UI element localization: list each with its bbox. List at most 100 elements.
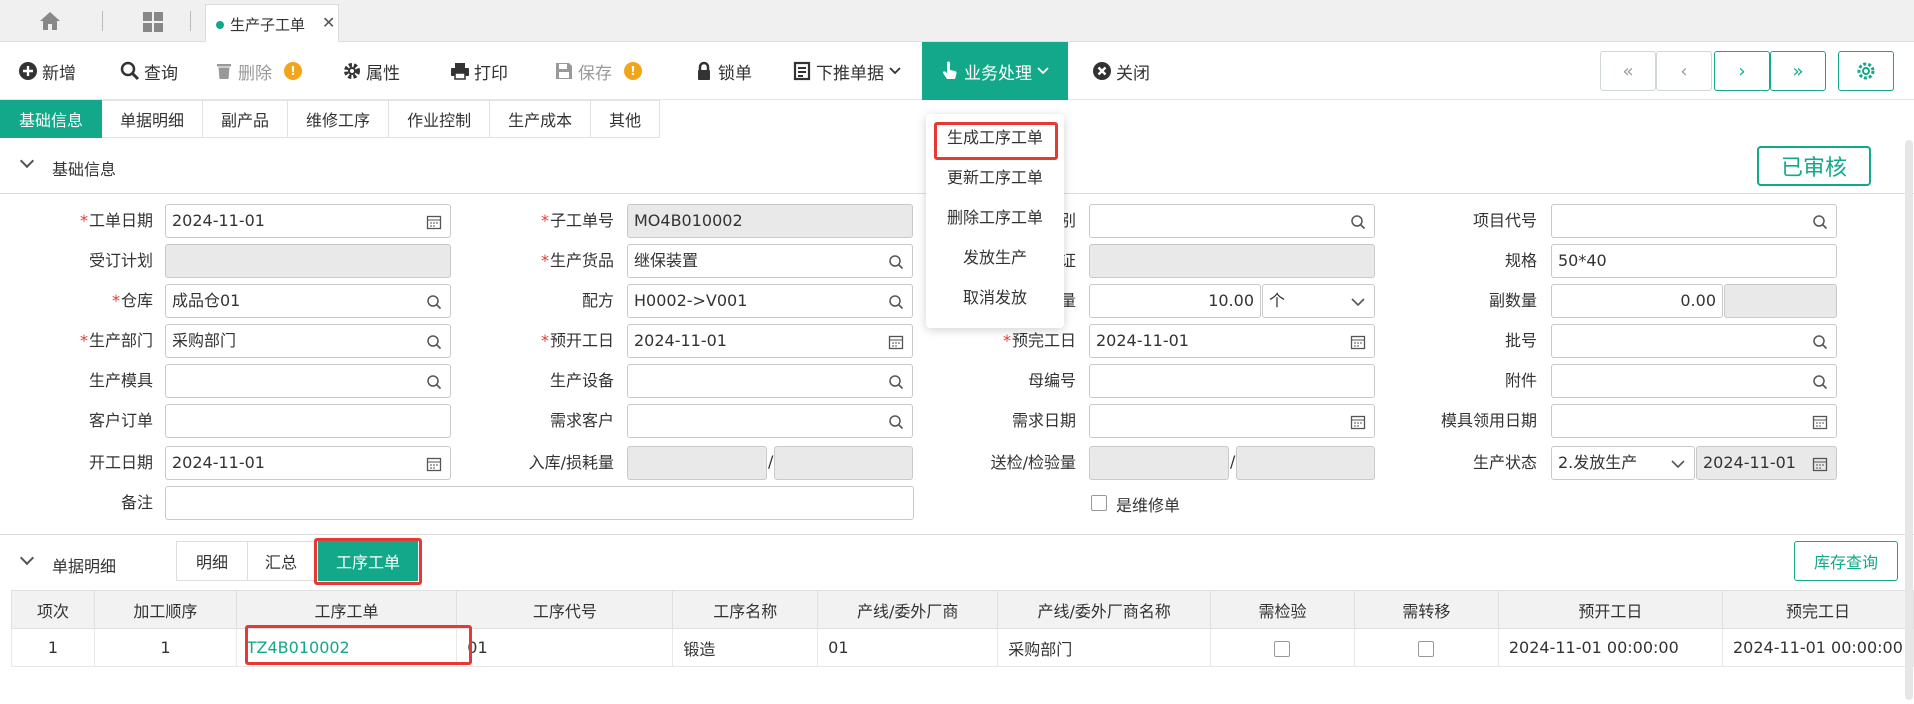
quantity-field[interactable]: 10.00 bbox=[1089, 284, 1261, 318]
attachment-field[interactable] bbox=[1551, 364, 1837, 398]
tab-document-details[interactable]: 单据明细 bbox=[102, 100, 204, 138]
col-op-work-order[interactable]: 工序工单 bbox=[235, 590, 458, 629]
search-icon[interactable] bbox=[426, 374, 442, 390]
tab-details[interactable]: 明细 bbox=[176, 541, 248, 581]
chevron-down-icon[interactable] bbox=[19, 550, 35, 566]
equipment-field[interactable] bbox=[627, 364, 913, 398]
demand-customer-field[interactable] bbox=[627, 404, 913, 438]
close-circle-icon bbox=[1093, 62, 1111, 80]
parent-no-field[interactable] bbox=[1089, 364, 1375, 398]
product-field[interactable]: 继保装置 bbox=[627, 244, 913, 278]
last-record-button[interactable]: » bbox=[1770, 51, 1826, 91]
tab-by-products[interactable]: 副产品 bbox=[203, 100, 289, 138]
batch-label: 批号 bbox=[1504, 331, 1537, 350]
previous-record-button[interactable]: ‹ bbox=[1656, 51, 1712, 91]
demand-date-field[interactable] bbox=[1089, 404, 1375, 438]
sub-order-no-field: MO4B010002 bbox=[627, 204, 913, 238]
col-need-transfer[interactable]: 需转移 bbox=[1353, 590, 1499, 629]
col-op-name[interactable]: 工序名称 bbox=[672, 590, 819, 629]
search-icon[interactable] bbox=[426, 294, 442, 310]
start-date-label: 开工日期 bbox=[88, 453, 153, 472]
tab-basic-info[interactable]: 基础信息 bbox=[0, 100, 103, 138]
spec-field[interactable]: 50*40 bbox=[1551, 244, 1837, 278]
search-icon[interactable] bbox=[1812, 334, 1828, 350]
production-status-select[interactable]: 2.发放生产 bbox=[1551, 446, 1695, 480]
divider bbox=[190, 11, 191, 31]
stock-query-button[interactable]: 库存查询 bbox=[1794, 541, 1898, 581]
push-down-button[interactable]: 下推单据 bbox=[792, 42, 902, 100]
col-op-code[interactable]: 工序代号 bbox=[456, 590, 674, 629]
print-button[interactable]: 打印 bbox=[450, 42, 508, 100]
unit-select[interactable]: 个 bbox=[1262, 284, 1375, 318]
plan-end-field[interactable]: 2024-11-01 bbox=[1089, 324, 1375, 358]
col-line-name[interactable]: 产线/委外厂商名称 bbox=[997, 590, 1212, 629]
search-icon[interactable] bbox=[888, 414, 904, 430]
business-process-button[interactable]: 业务处理 bbox=[922, 42, 1068, 100]
tab-other[interactable]: 其他 bbox=[591, 100, 661, 138]
search-icon[interactable] bbox=[888, 254, 904, 270]
doc-tab-sub-work-order[interactable]: 生产子工单 ✕ bbox=[205, 4, 339, 42]
home-icon[interactable] bbox=[38, 10, 62, 32]
is-repair-checkbox[interactable] bbox=[1091, 495, 1107, 511]
mold-date-field[interactable] bbox=[1551, 404, 1837, 438]
tab-operation-control[interactable]: 作业控制 bbox=[389, 100, 491, 138]
start-date-field[interactable]: 2024-11-01 bbox=[165, 446, 451, 480]
calendar-icon[interactable] bbox=[426, 456, 442, 472]
search-icon[interactable] bbox=[1812, 214, 1828, 230]
properties-button[interactable]: 属性 bbox=[342, 42, 400, 100]
col-plan-start[interactable]: 预开工日 bbox=[1497, 590, 1723, 629]
search-icon[interactable] bbox=[1812, 374, 1828, 390]
calendar-icon[interactable] bbox=[888, 334, 904, 350]
mold-field[interactable] bbox=[165, 364, 451, 398]
calendar-icon[interactable] bbox=[426, 214, 442, 230]
menu-item-update-op-order[interactable]: 更新工序工单 bbox=[926, 156, 1064, 196]
col-plan-end[interactable]: 预完工日 bbox=[1721, 590, 1914, 629]
col-process-order[interactable]: 加工顺序 bbox=[94, 590, 237, 629]
remark-field[interactable] bbox=[165, 486, 914, 520]
delete-button[interactable]: 删除 ! bbox=[214, 42, 302, 100]
query-button[interactable]: 查询 bbox=[120, 42, 178, 100]
settings-button[interactable] bbox=[1838, 51, 1894, 91]
menu-item-delete-op-order[interactable]: 删除工序工单 bbox=[926, 196, 1064, 236]
col-seq[interactable]: 项次 bbox=[10, 590, 96, 629]
department-field[interactable]: 采购部门 bbox=[165, 324, 451, 358]
status-date-field: 2024-11-01 bbox=[1696, 446, 1837, 480]
plan-start-field[interactable]: 2024-11-01 bbox=[627, 324, 913, 358]
search-icon[interactable] bbox=[888, 294, 904, 310]
tab-production-cost[interactable]: 生产成本 bbox=[490, 100, 592, 138]
new-button[interactable]: 新增 bbox=[18, 42, 76, 100]
next-record-button[interactable]: › bbox=[1714, 51, 1770, 91]
calendar-icon[interactable] bbox=[1350, 414, 1366, 430]
chevron-down-icon[interactable] bbox=[19, 153, 35, 169]
search-icon[interactable] bbox=[888, 374, 904, 390]
need-transfer-checkbox[interactable] bbox=[1418, 640, 1435, 657]
highlight-box bbox=[245, 625, 472, 665]
menu-item-cancel-release[interactable]: 取消发放 bbox=[926, 276, 1064, 316]
first-record-button[interactable]: « bbox=[1600, 51, 1656, 91]
lock-button[interactable]: 锁单 bbox=[694, 42, 752, 100]
recipe-field[interactable]: H0002->V001 bbox=[627, 284, 913, 318]
project-code-field[interactable] bbox=[1551, 204, 1837, 238]
col-line[interactable]: 产线/委外厂商 bbox=[817, 590, 999, 629]
calendar-icon[interactable] bbox=[1350, 334, 1366, 350]
calendar-icon[interactable] bbox=[1812, 414, 1828, 430]
sub-qty-field[interactable]: 0.00 bbox=[1551, 284, 1723, 318]
vertical-scrollbar[interactable] bbox=[1905, 140, 1913, 700]
need-inspect-checkbox[interactable] bbox=[1274, 640, 1291, 657]
category-field[interactable] bbox=[1089, 204, 1375, 238]
save-button[interactable]: 保存 ! bbox=[554, 42, 642, 100]
search-icon[interactable] bbox=[426, 334, 442, 350]
close-button[interactable]: 关闭 bbox=[1092, 42, 1150, 100]
work-date-field[interactable]: 2024-11-01 bbox=[165, 204, 451, 238]
search-icon[interactable] bbox=[1350, 214, 1366, 230]
tab-repair-process[interactable]: 维修工序 bbox=[288, 100, 390, 138]
col-need-inspect[interactable]: 需检验 bbox=[1210, 590, 1355, 629]
batch-field[interactable] bbox=[1551, 324, 1837, 358]
apps-grid-icon[interactable] bbox=[142, 11, 164, 33]
warehouse-field[interactable]: 成品仓01 bbox=[165, 284, 451, 318]
customer-order-field[interactable] bbox=[165, 404, 451, 438]
menu-item-release-production[interactable]: 发放生产 bbox=[926, 236, 1064, 276]
close-tab-icon[interactable]: ✕ bbox=[322, 13, 335, 32]
tab-summary[interactable]: 汇总 bbox=[247, 541, 315, 581]
demand-customer-label: 需求客户 bbox=[549, 411, 614, 430]
